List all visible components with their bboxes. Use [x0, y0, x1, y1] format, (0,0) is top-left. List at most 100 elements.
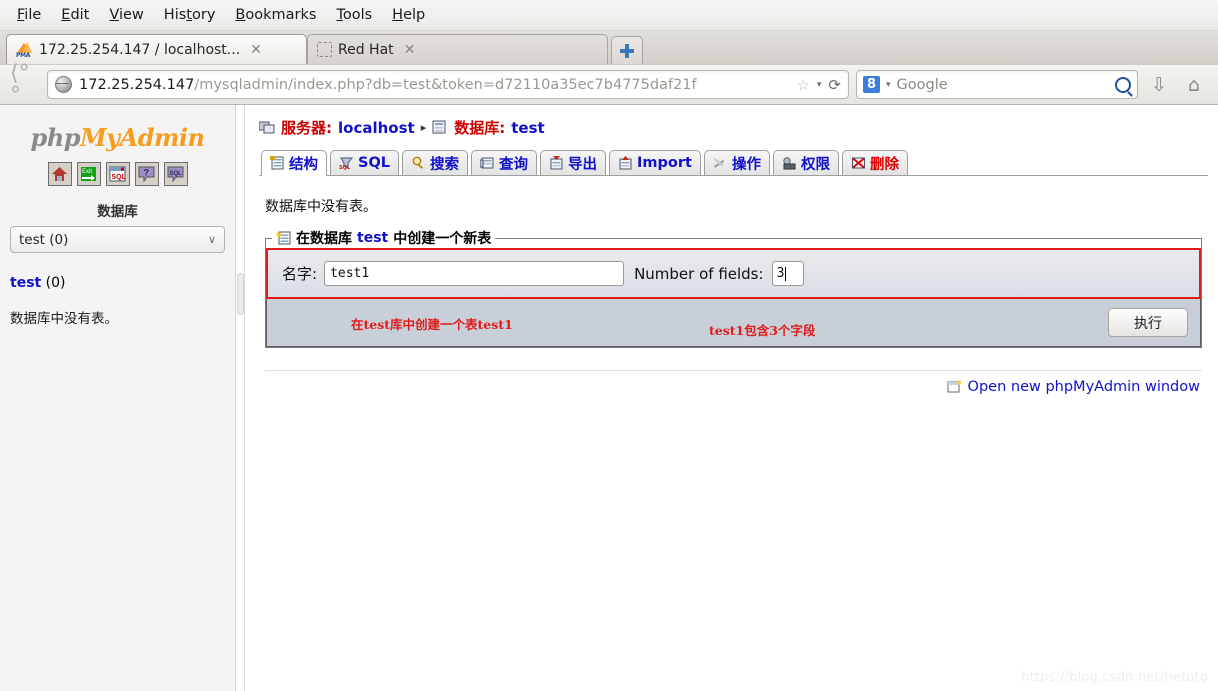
- breadcrumb-server-value[interactable]: localhost: [338, 119, 415, 137]
- tab-label: 搜索: [430, 156, 460, 173]
- sidebar-icon-bar: Exit SQL ? SQL: [10, 162, 225, 186]
- url-text: 172.25.254.147/mysqladmin/index.php?db=t…: [79, 77, 789, 93]
- sidebar-db-count: (0): [45, 275, 66, 291]
- legend-prefix: 在数据库: [296, 231, 352, 247]
- tab-label: 查询: [499, 156, 529, 173]
- tab-import[interactable]: Import: [609, 150, 701, 175]
- logo-php: php: [30, 123, 81, 152]
- import-icon: [618, 156, 633, 170]
- svg-text:SQL: SQL: [170, 171, 183, 177]
- browser-tab-phpmyadmin[interactable]: PMA 172.25.254.147 / localhost... ✕: [6, 34, 307, 64]
- table-name-input[interactable]: test1: [324, 261, 625, 286]
- execute-button[interactable]: 执行: [1108, 308, 1188, 337]
- new-tab-button[interactable]: [611, 36, 643, 64]
- tab-drop[interactable]: 删除: [841, 150, 908, 175]
- sql-icon: SQL: [339, 156, 354, 171]
- sidebar-divider[interactable]: [236, 105, 245, 691]
- create-table-fieldset: 在数据库 test 中创建一个新表 名字: test1 Number of fi…: [265, 228, 1202, 348]
- chevron-down-icon[interactable]: ▾: [817, 80, 822, 90]
- back-arrow-icon[interactable]: ⟨°°: [10, 62, 40, 106]
- search-icon[interactable]: [1115, 76, 1131, 93]
- sql-query-window-icon[interactable]: SQL: [105, 162, 130, 186]
- menu-help[interactable]: Help: [383, 4, 434, 26]
- tab-export[interactable]: 导出: [540, 150, 607, 175]
- tab-strip: PMA 172.25.254.147 / localhost... ✕ Red …: [0, 30, 1218, 64]
- menu-bar: File Edit View History Bookmarks Tools H…: [0, 0, 1218, 30]
- menu-history[interactable]: History: [155, 4, 225, 26]
- menu-view[interactable]: View: [100, 4, 152, 26]
- logout-icon[interactable]: Exit: [76, 162, 101, 186]
- chevron-down-icon[interactable]: ▾: [886, 80, 891, 90]
- downloads-icon[interactable]: ⇩: [1145, 71, 1173, 99]
- phpmyadmin-logo[interactable]: phpMyAdmin: [10, 123, 225, 152]
- sidebar-no-tables-text: 数据库中没有表。: [10, 311, 118, 327]
- tab-label: SQL: [358, 155, 391, 171]
- tab-sql[interactable]: SQL SQL: [330, 150, 400, 175]
- menu-file[interactable]: File: [8, 4, 50, 26]
- number-of-fields-value: 3: [776, 266, 785, 281]
- search-icon: [411, 156, 426, 170]
- create-table-submit-row: 在test库中创建一个表test1 test1包含3个字段 执行: [266, 299, 1201, 347]
- sql-docs-icon[interactable]: SQL: [163, 162, 188, 186]
- bookmark-star-icon[interactable]: ☆: [796, 76, 809, 94]
- open-new-window-row: Open new phpMyAdmin window: [259, 379, 1208, 395]
- phpmyadmin-sidebar: phpMyAdmin Exit SQL ? SQL 数据库 test (0) ∨…: [0, 105, 236, 691]
- tab-label: 删除: [869, 156, 899, 173]
- search-input[interactable]: Google: [897, 77, 1109, 93]
- plus-icon: [620, 43, 634, 58]
- sidebar-db-link[interactable]: test: [10, 275, 41, 291]
- no-tables-message: 数据库中没有表。: [265, 199, 377, 215]
- breadcrumb-separator: ▸: [420, 121, 427, 134]
- tab-operations[interactable]: 操作: [703, 150, 770, 175]
- tab-search[interactable]: 搜索: [402, 150, 469, 175]
- menu-edit[interactable]: Edit: [52, 4, 98, 26]
- svg-text:?: ?: [144, 168, 150, 178]
- reload-icon[interactable]: ⟳: [828, 76, 841, 94]
- tab-label: Import: [637, 155, 692, 171]
- tab-privileges[interactable]: 权限: [772, 150, 839, 175]
- url-host: 172.25.254.147: [79, 76, 195, 93]
- browser-chrome: File Edit View History Bookmarks Tools H…: [0, 0, 1218, 106]
- close-icon[interactable]: ✕: [250, 42, 262, 58]
- new-window-icon: [947, 380, 962, 394]
- query-icon: [479, 156, 495, 170]
- content-divider: [265, 370, 1202, 371]
- search-bar[interactable]: 8 ▾ Google: [856, 70, 1138, 99]
- tab-label: 导出: [568, 156, 598, 173]
- breadcrumb-server-label: 服务器:: [281, 119, 332, 137]
- table-name-label: 名字:: [282, 265, 318, 283]
- address-bar[interactable]: 172.25.254.147/mysqladmin/index.php?db=t…: [47, 70, 849, 99]
- main-content: 服务器: localhost ▸ 数据库: test 结构 SQL SQL 搜索…: [245, 105, 1218, 691]
- browser-tab-redhat[interactable]: Red Hat ✕: [307, 34, 608, 64]
- chevron-down-icon: ∨: [207, 233, 216, 246]
- create-table-legend: 在数据库 test 中创建一个新表: [272, 228, 495, 248]
- home-icon[interactable]: ⌂: [1180, 71, 1208, 99]
- menu-bookmarks[interactable]: Bookmarks: [226, 4, 325, 26]
- tab-query[interactable]: 查询: [471, 150, 538, 175]
- close-icon[interactable]: ✕: [404, 42, 416, 58]
- tab-label: 操作: [731, 156, 761, 173]
- database-select[interactable]: test (0) ∨: [10, 226, 225, 253]
- breadcrumb-db-value[interactable]: test: [511, 119, 544, 137]
- server-icon: [258, 120, 275, 135]
- tab-structure[interactable]: 结构: [261, 150, 327, 176]
- svg-text:Exit: Exit: [82, 169, 92, 175]
- help-icon[interactable]: ?: [134, 162, 159, 186]
- menu-tools[interactable]: Tools: [327, 4, 381, 26]
- privileges-icon: [782, 156, 797, 170]
- legend-db-name: test: [357, 230, 389, 246]
- number-of-fields-input[interactable]: 3: [771, 261, 804, 286]
- breadcrumb-db-label: 数据库:: [454, 119, 506, 137]
- operations-icon: [713, 156, 728, 170]
- sidebar-databases-heading: 数据库: [97, 204, 138, 220]
- phpmyadmin-favicon: PMA: [16, 41, 33, 59]
- tab-label: 权限: [800, 156, 830, 173]
- browser-tab-label: 172.25.254.147 / localhost...: [39, 41, 241, 58]
- table-name-value: test1: [330, 266, 370, 281]
- open-new-window-link[interactable]: Open new phpMyAdmin window: [968, 379, 1200, 395]
- url-path: /mysqladmin/index.php?db=test&token=d721…: [194, 76, 697, 93]
- home-icon[interactable]: [47, 162, 72, 186]
- drop-icon: [851, 156, 866, 170]
- database-select-value: test (0): [19, 231, 69, 248]
- google-icon: 8: [863, 76, 880, 93]
